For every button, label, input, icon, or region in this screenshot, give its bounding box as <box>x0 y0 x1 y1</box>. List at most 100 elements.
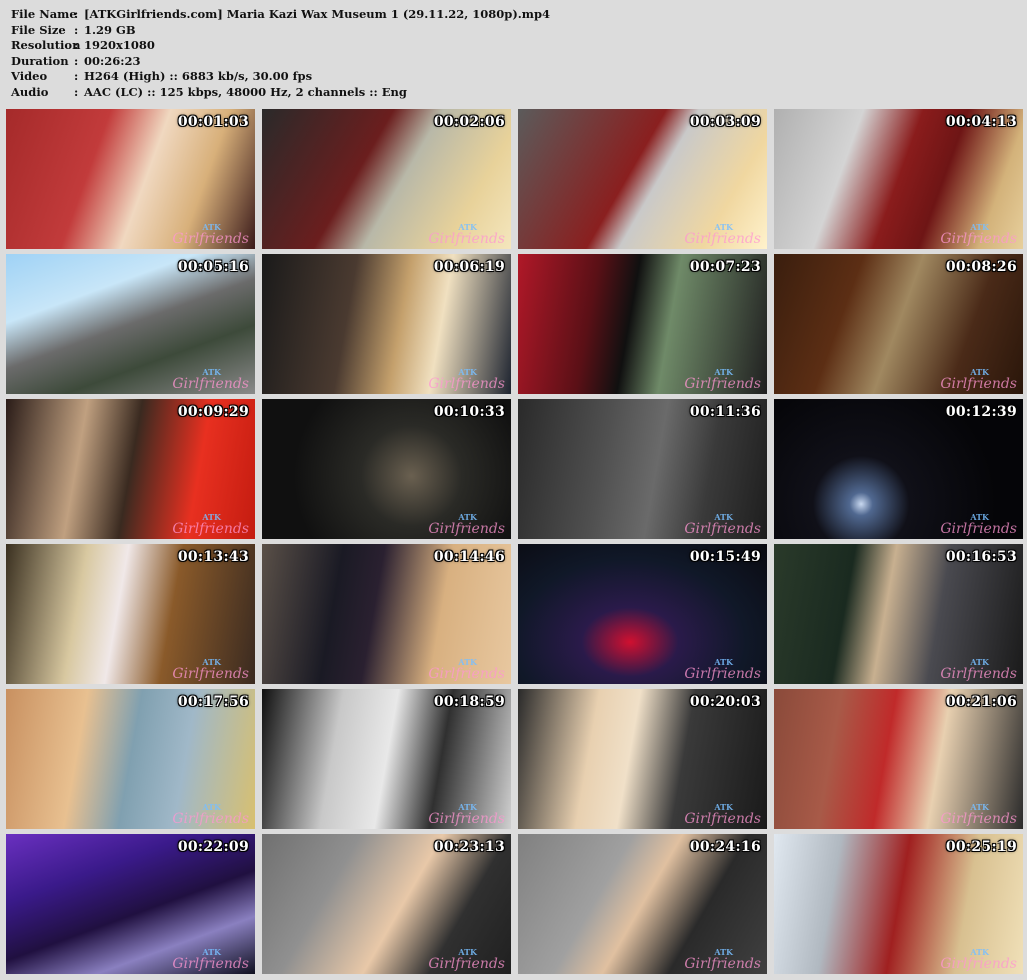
file-info-row: Audio: AAC (LC) :: 125 kbps, 48000 Hz, 2 … <box>11 85 550 101</box>
watermark-bottom-text: Girlfriends <box>428 956 505 972</box>
video-thumbnail[interactable]: 00:18:59 ATK Girlfriends <box>262 689 511 829</box>
file-info-row: Duration:00:26:23 <box>11 54 550 70</box>
timestamp-label: 00:16:53 <box>945 549 1017 565</box>
timestamp-label: 00:24:16 <box>689 839 761 855</box>
video-thumbnail[interactable]: 00:21:06 ATK Girlfriends <box>774 689 1023 829</box>
file-info-key: File Name <box>11 7 77 21</box>
file-info-value: [ATKGirlfriends.com] Maria Kazi Wax Muse… <box>84 7 550 21</box>
file-info-separator: : <box>74 69 79 84</box>
watermark-logo: ATK Girlfriends <box>172 801 249 826</box>
watermark-bottom-text: Girlfriends <box>684 666 761 682</box>
watermark-logo: ATK Girlfriends <box>172 366 249 392</box>
video-thumbnail[interactable]: 00:14:46 ATK Girlfriends <box>262 544 511 684</box>
file-info-separator: : <box>74 22 79 37</box>
watermark-logo: ATK Girlfriends <box>940 221 1017 247</box>
watermark-bottom-text: Girlfriends <box>428 521 505 537</box>
thumbnail-grid: 00:01:03 ATK Girlfriends 00:02:06 ATK Girlfri… <box>6 109 1023 974</box>
video-thumbnail[interactable]: 00:20:03 ATK Girlfriends <box>518 689 767 829</box>
video-thumbnail[interactable]: 00:10:33 ATK Girlfriends <box>262 399 511 539</box>
watermark-logo: ATK Girlfriends <box>428 656 505 682</box>
watermark-logo: ATK Girlfriends <box>684 511 761 536</box>
watermark-bottom-text: Girlfriends <box>172 956 249 972</box>
video-thumbnail[interactable]: 00:12:39 ATK Girlfriends <box>774 399 1023 539</box>
watermark-logo: ATK Girlfriends <box>684 946 761 972</box>
watermark-logo: ATK Girlfriends <box>172 946 249 972</box>
watermark-bottom-text: Girlfriends <box>940 811 1017 827</box>
watermark-bottom-text: Girlfriends <box>940 666 1017 682</box>
watermark-bottom-text: Girlfriends <box>940 956 1017 972</box>
timestamp-label: 00:05:16 <box>177 259 249 275</box>
watermark-logo: ATK Girlfriends <box>428 801 505 827</box>
video-thumbnail[interactable]: 00:17:56 ATK Girlfriends <box>6 689 255 829</box>
watermark-logo: ATK Girlfriends <box>172 511 249 537</box>
watermark-bottom-text: Girlfriends <box>940 231 1017 247</box>
file-info-key: Audio <box>11 84 49 99</box>
timestamp-label: 00:25:19 <box>945 839 1017 855</box>
watermark-bottom-text: Girlfriends <box>428 376 505 392</box>
file-info-row: File Name: [ATKGirlfriends.com] Maria Kaz… <box>11 7 550 23</box>
video-thumbnail[interactable]: 00:07:23 ATK Girlfriends <box>518 254 767 394</box>
watermark-logo: ATK Girlfriends <box>428 511 505 537</box>
video-thumbnail[interactable]: 00:08:26 ATK Girlfriends <box>774 254 1023 394</box>
watermark-bottom-text: Girlfriends <box>428 666 505 682</box>
file-info-separator: : <box>74 53 79 68</box>
timestamp-label: 00:07:23 <box>689 259 761 275</box>
watermark-logo: ATK Girlfriends <box>172 656 249 682</box>
file-info-value: 00:26:23 <box>84 53 141 68</box>
timestamp-label: 00:21:06 <box>945 694 1017 710</box>
watermark-logo: ATK Girlfriends <box>428 366 505 392</box>
watermark-bottom-text: Girlfriends <box>172 521 249 537</box>
video-thumbnail[interactable]: 00:16:53 ATK Girlfriends <box>774 544 1023 684</box>
file-info-value: AAC (LC) :: 125 kbps, 48000 Hz, 2 channe… <box>84 84 407 99</box>
watermark-bottom-text: Girlfriends <box>428 811 505 827</box>
video-thumbnail[interactable]: 00:11:36 ATK Girlfriends <box>518 399 767 539</box>
timestamp-label: 00:08:26 <box>945 259 1017 275</box>
timestamp-label: 00:11:36 <box>689 404 761 420</box>
watermark-bottom-text: Girlfriends <box>684 231 761 247</box>
file-info-key: Video <box>11 69 48 84</box>
timestamp-label: 00:12:39 <box>945 404 1017 420</box>
file-info-row: Resolution: 1920x1080 <box>11 38 550 54</box>
watermark-bottom-text: Girlfriends <box>684 956 761 972</box>
watermark-bottom-text: Girlfriends <box>940 521 1017 537</box>
timestamp-label: 00:10:33 <box>433 404 505 420</box>
watermark-logo: ATK Girlfriends <box>428 221 505 247</box>
timestamp-label: 00:17:56 <box>177 694 249 710</box>
file-info-value: 1.29 GB <box>84 22 136 37</box>
video-thumbnail[interactable]: 00:24:16 ATK Girlfriends <box>518 834 767 974</box>
video-thumbnail[interactable]: 00:06:19 ATK Girlfriends <box>262 254 511 394</box>
timestamp-label: 00:13:43 <box>177 549 249 565</box>
watermark-logo: ATK Girlfriends <box>684 221 761 247</box>
timestamp-label: 00:06:19 <box>433 259 505 275</box>
video-thumbnail[interactable]: 00:09:29 ATK Girlfriends <box>6 399 255 539</box>
timestamp-label: 00:02:06 <box>433 114 505 130</box>
watermark-bottom-text: Girlfriends <box>684 811 761 827</box>
file-info-separator: : <box>74 38 79 53</box>
file-info-value: 1920x1080 <box>84 38 155 53</box>
video-thumbnail[interactable]: 00:25:19 ATK Girlfriends <box>774 834 1023 974</box>
file-info-separator: : <box>74 84 79 99</box>
video-thumbnail[interactable]: 00:01:03 ATK Girlfriends <box>6 109 255 249</box>
watermark-logo: ATK Girlfriends <box>684 801 761 827</box>
timestamp-label: 00:22:09 <box>177 839 249 855</box>
watermark-bottom-text: Girlfriends <box>428 231 505 247</box>
watermark-bottom-text: Girlfriends <box>940 376 1017 392</box>
video-thumbnail[interactable]: 00:02:06 ATK Girlfriends <box>262 109 511 249</box>
file-info-row: Video: H264 (High) :: 6883 kb/s, 30.00 fp… <box>11 69 550 85</box>
watermark-logo: ATK Girlfriends <box>940 366 1017 392</box>
watermark-bottom-text: Girlfriends <box>172 376 249 392</box>
video-thumbnail[interactable]: 00:03:09 ATK Girlfriends <box>518 109 767 249</box>
file-info-panel: File Name: [ATKGirlfriends.com] Maria Kaz… <box>11 7 550 101</box>
timestamp-label: 00:04:13 <box>945 114 1017 130</box>
timestamp-label: 00:14:46 <box>433 549 505 565</box>
watermark-logo: ATK Girlfriends <box>940 946 1017 972</box>
video-thumbnail[interactable]: 00:13:43 ATK Girlfriends <box>6 544 255 684</box>
watermark-bottom-text: Girlfriends <box>172 666 249 682</box>
video-thumbnail[interactable]: 00:23:13 ATK Girlfriends <box>262 834 511 974</box>
video-thumbnail[interactable]: 00:22:09 ATK Girlfriends <box>6 834 255 974</box>
timestamp-label: 00:01:03 <box>177 114 249 130</box>
video-thumbnail[interactable]: 00:05:16 ATK Girlfriends <box>6 254 255 394</box>
timestamp-label: 00:23:13 <box>433 839 505 855</box>
video-thumbnail[interactable]: 00:04:13 ATK Girlfriends <box>774 109 1023 249</box>
video-thumbnail[interactable]: 00:15:49 ATK Girlfriends <box>518 544 767 684</box>
